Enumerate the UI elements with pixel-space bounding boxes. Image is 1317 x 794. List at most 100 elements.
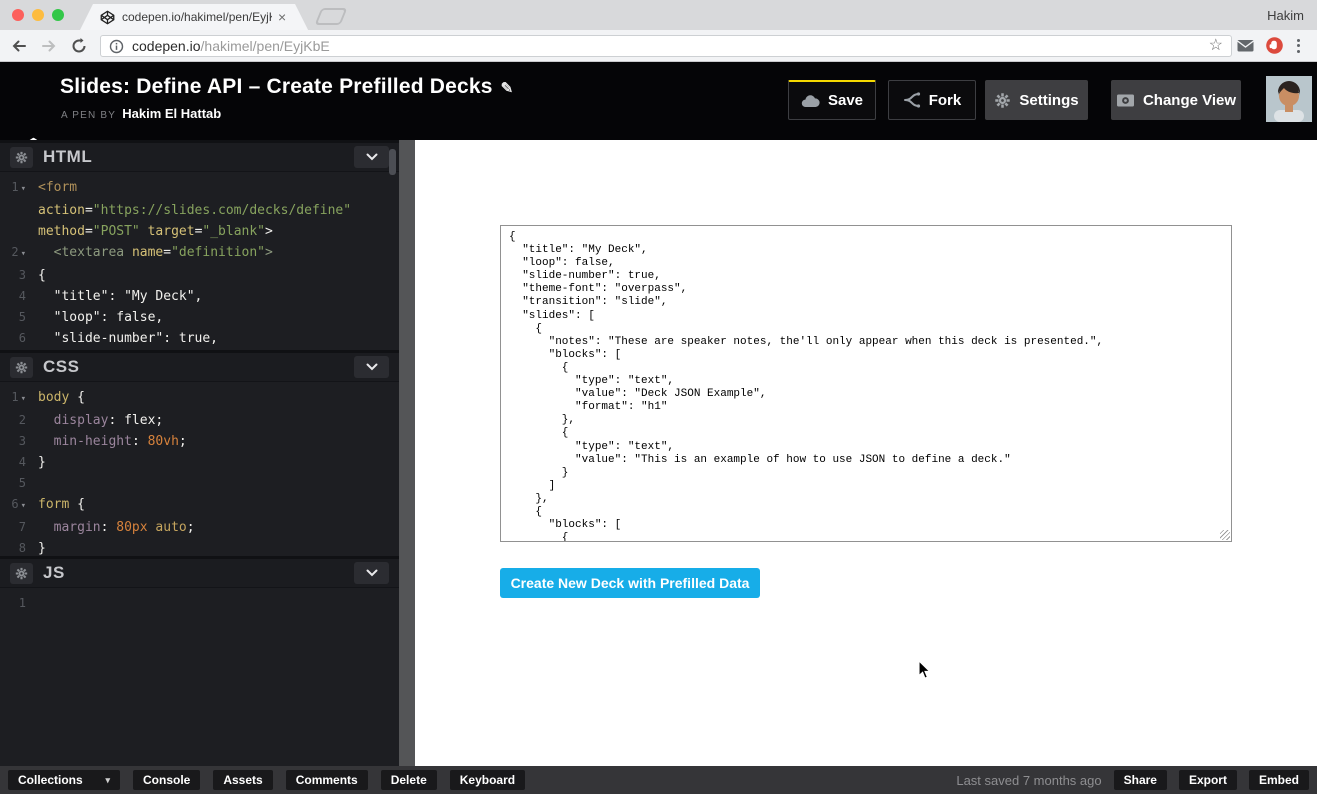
address-bar[interactable]: codepen.io /hakimel/pen/EyjKbE ☆ <box>100 35 1232 57</box>
blocker-extension-icon[interactable] <box>1265 36 1284 55</box>
codepen-favicon <box>100 10 115 25</box>
tab-close-icon[interactable]: × <box>278 10 286 24</box>
html-editor-scrollbar[interactable] <box>389 149 396 175</box>
gear-icon <box>15 567 28 580</box>
code-line-content: action="https://slides.com/decks/define" <box>30 200 351 221</box>
fork-button[interactable]: Fork <box>888 80 976 120</box>
reload-icon[interactable] <box>70 37 88 55</box>
css-collapse-button[interactable] <box>354 356 389 378</box>
save-button[interactable]: Save <box>788 80 876 120</box>
share-button[interactable]: Share <box>1114 770 1167 790</box>
page-info-icon[interactable] <box>109 39 124 54</box>
css-settings-button[interactable] <box>10 357 33 378</box>
code-line-content: "title": "My Deck", <box>30 286 202 307</box>
code-line-content: method="POST" target="_blank"> <box>30 221 273 242</box>
window-minimize-button[interactable] <box>32 9 44 21</box>
line-number: 8 <box>0 538 30 555</box>
js-panel: JS 1 <box>0 556 399 766</box>
line-number: 3 <box>0 431 30 452</box>
code-line: 6▾form { <box>0 494 399 517</box>
fold-arrow-icon[interactable]: ▾ <box>21 394 26 404</box>
browser-toolbar: codepen.io /hakimel/pen/EyjKbE ☆ <box>0 30 1317 62</box>
code-line-content: min-height: 80vh; <box>30 431 187 452</box>
save-button-label: Save <box>828 92 863 109</box>
mouse-cursor <box>918 660 931 680</box>
new-tab-button[interactable] <box>315 8 348 25</box>
fold-arrow-icon[interactable]: ▾ <box>21 249 26 259</box>
code-line: 7 margin: 80px auto; <box>0 517 399 538</box>
line-number: 1▾ <box>0 177 30 200</box>
avatar[interactable] <box>1266 76 1312 122</box>
line-number: 6 <box>0 328 30 349</box>
line-number: 1▾ <box>0 387 30 410</box>
code-line: 6 "slide-number": true, <box>0 328 399 349</box>
line-number: 2 <box>0 410 30 431</box>
editors-column: HTML 1▾<formaction="https://slides.com/d… <box>0 140 399 766</box>
fork-icon <box>903 92 921 108</box>
back-icon[interactable] <box>10 37 28 55</box>
create-deck-button[interactable]: Create New Deck with Prefilled Data <box>500 568 760 598</box>
js-settings-button[interactable] <box>10 563 33 584</box>
collections-button[interactable]: Collections ▾ <box>8 770 120 790</box>
inbox-extension-icon[interactable] <box>1236 36 1255 55</box>
code-line: 1 <box>0 593 399 614</box>
pen-author-link[interactable]: Hakim El Hattab <box>122 106 221 121</box>
forward-icon[interactable] <box>40 37 58 55</box>
js-panel-header: JS <box>0 559 399 588</box>
code-line: 2 display: flex; <box>0 410 399 431</box>
js-collapse-button[interactable] <box>354 562 389 584</box>
code-line: 5 <box>0 473 399 494</box>
html-collapse-button[interactable] <box>354 146 389 168</box>
code-line-content <box>30 593 38 614</box>
definition-textarea[interactable]: { "title": "My Deck", "loop": false, "sl… <box>500 225 1232 542</box>
console-button[interactable]: Console <box>133 770 200 790</box>
js-code-editor[interactable]: 1 <box>0 588 399 765</box>
assets-button[interactable]: Assets <box>213 770 272 790</box>
code-line: 2▾ <textarea name="definition"> <box>0 242 399 265</box>
chrome-profile-name[interactable]: Hakim <box>1267 8 1304 23</box>
editor-layout: HTML 1▾<formaction="https://slides.com/d… <box>0 140 1317 766</box>
change-view-button[interactable]: Change View <box>1111 80 1241 120</box>
line-number: 6▾ <box>0 494 30 517</box>
code-line-content: form { <box>30 494 85 517</box>
fold-arrow-icon[interactable]: ▾ <box>21 184 26 194</box>
html-panel-title: HTML <box>43 147 92 167</box>
change-view-button-label: Change View <box>1143 92 1236 109</box>
chevron-down-icon <box>366 363 378 371</box>
edit-title-icon[interactable]: ✎ <box>501 80 514 97</box>
browser-window: codepen.io/hakimel/pen/EyjKbE × Hakim co… <box>0 0 1317 794</box>
embed-button[interactable]: Embed <box>1249 770 1309 790</box>
definition-textarea-wrapper: { "title": "My Deck", "loop": false, "sl… <box>500 225 1232 542</box>
chrome-menu-icon[interactable] <box>1289 36 1307 55</box>
browser-tab-strip: codepen.io/hakimel/pen/EyjKbE × Hakim <box>0 0 1317 30</box>
css-panel: CSS 1▾body {2 display: flex;3 min-height… <box>0 350 399 556</box>
line-number: 5 <box>0 473 30 494</box>
bookmark-star-icon[interactable]: ☆ <box>1209 38 1223 54</box>
window-zoom-button[interactable] <box>52 9 64 21</box>
window-close-button[interactable] <box>12 9 24 21</box>
editors-preview-splitter[interactable] <box>399 140 415 766</box>
pen-title: Slides: Define API – Create Prefilled De… <box>60 75 513 99</box>
delete-button[interactable]: Delete <box>381 770 437 790</box>
line-number: 4 <box>0 452 30 473</box>
editor-footer: Collections ▾ Console Assets Comments De… <box>0 766 1317 794</box>
export-button[interactable]: Export <box>1179 770 1237 790</box>
settings-button[interactable]: Settings <box>985 80 1088 120</box>
code-line: 1▾<form <box>0 177 399 200</box>
code-line: 4} <box>0 452 399 473</box>
browser-tab[interactable]: codepen.io/hakimel/pen/EyjKbE × <box>80 4 308 30</box>
keyboard-button[interactable]: Keyboard <box>450 770 525 790</box>
byline-prefix: A PEN BY <box>61 110 116 121</box>
html-settings-button[interactable] <box>10 147 33 168</box>
preview-pane: { "title": "My Deck", "loop": false, "sl… <box>415 140 1317 766</box>
fold-arrow-icon[interactable]: ▾ <box>21 501 26 511</box>
css-panel-title: CSS <box>43 357 79 377</box>
line-number: 2▾ <box>0 242 30 265</box>
code-line: method="POST" target="_blank"> <box>0 221 399 242</box>
code-line-content: body { <box>30 387 85 410</box>
gear-icon <box>15 361 28 374</box>
css-code-editor[interactable]: 1▾body {2 display: flex;3 min-height: 80… <box>0 382 399 555</box>
line-number: 5 <box>0 307 30 328</box>
comments-button[interactable]: Comments <box>286 770 368 790</box>
html-code-editor[interactable]: 1▾<formaction="https://slides.com/decks/… <box>0 172 399 349</box>
